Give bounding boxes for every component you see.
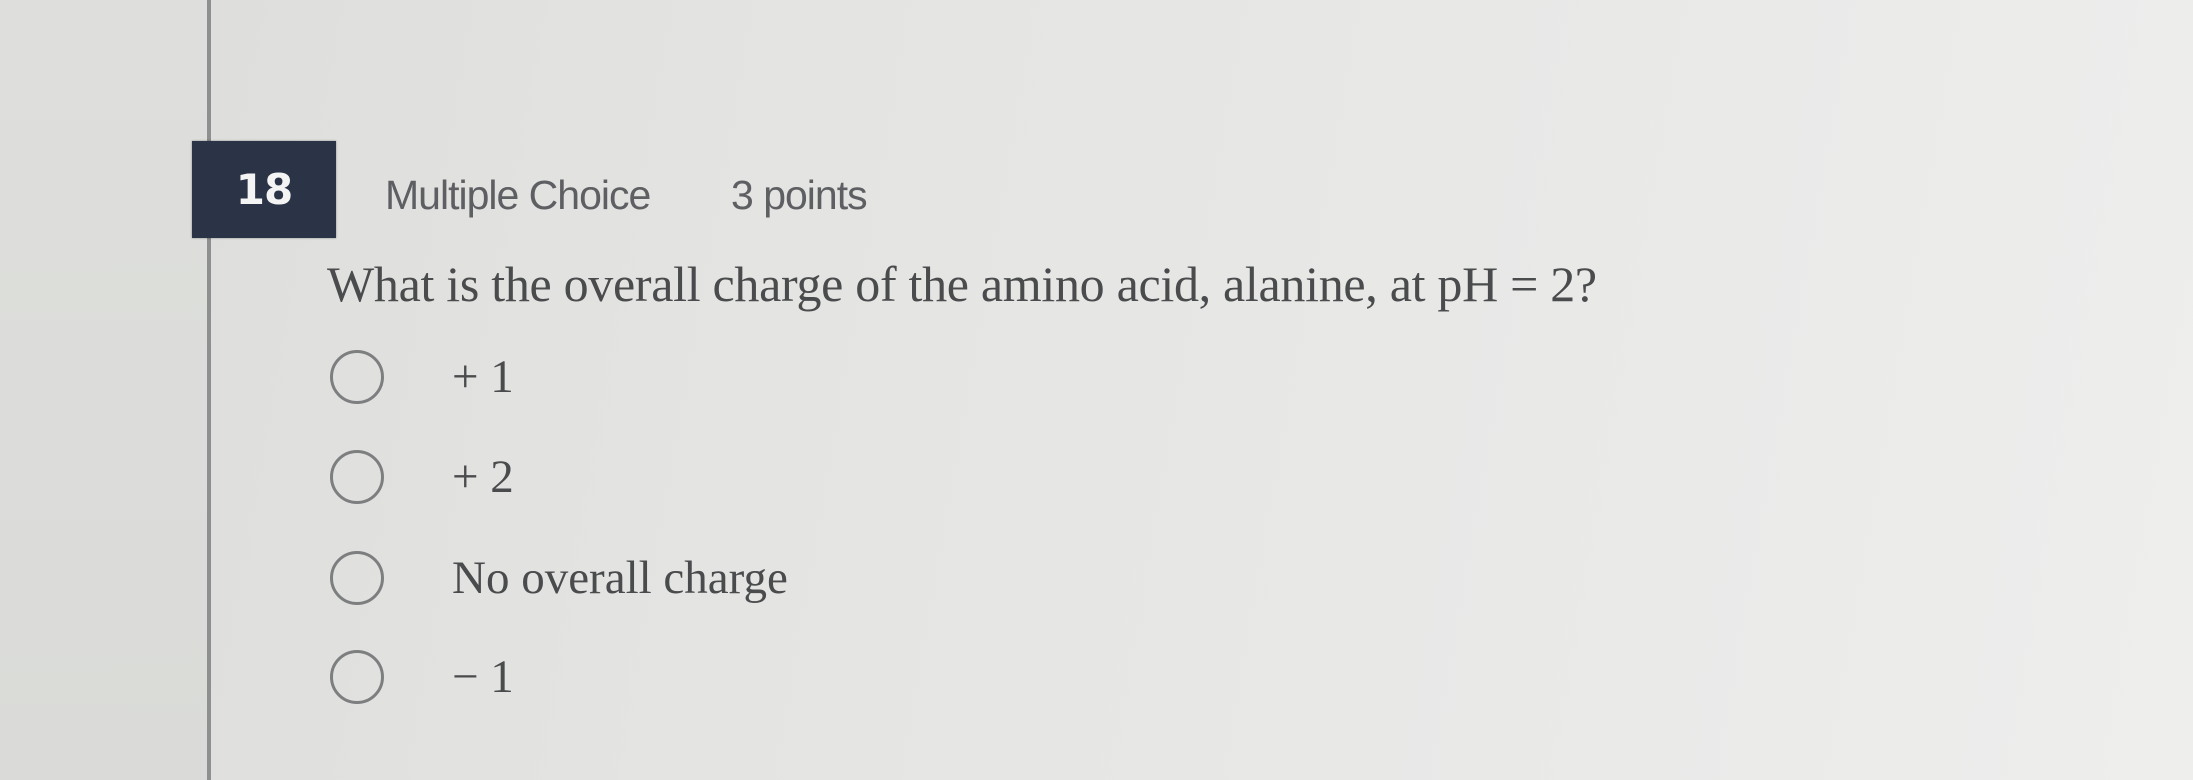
answer-option-label: − 1 [452, 651, 514, 703]
left-gutter [0, 0, 208, 780]
radio-button[interactable] [330, 650, 384, 704]
question-number: 18 [235, 165, 293, 214]
answer-option-label: + 1 [452, 351, 514, 403]
question-number-badge: 18 [192, 141, 336, 238]
answer-option[interactable]: + 1 [330, 345, 514, 409]
answer-option[interactable]: No overall charge [330, 546, 788, 610]
question-points: 3 points [731, 172, 868, 218]
radio-button[interactable] [330, 350, 384, 404]
answer-option-label: + 2 [452, 451, 514, 503]
question-text: What is the overall charge of the amino … [327, 256, 1597, 312]
radio-button[interactable] [330, 450, 384, 504]
answer-option[interactable]: − 1 [330, 645, 514, 709]
radio-button[interactable] [330, 551, 384, 605]
answer-option-label: No overall charge [452, 552, 788, 604]
vertical-divider [207, 0, 211, 780]
answer-option[interactable]: + 2 [330, 445, 514, 509]
question-type: Multiple Choice [385, 172, 651, 218]
